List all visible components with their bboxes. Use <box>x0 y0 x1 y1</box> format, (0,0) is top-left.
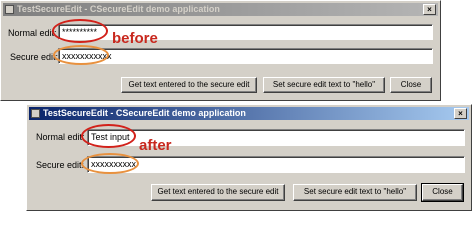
close-icon[interactable]: × <box>454 108 467 119</box>
after-normal-edit-highlight <box>81 124 136 148</box>
set-secure-text-button[interactable]: Set secure edit text to "hello" <box>263 77 385 93</box>
before-secure-edit-highlight <box>53 45 109 65</box>
before-secure-edit-label: Secure edit: <box>10 52 59 62</box>
after-secure-edit-highlight <box>81 153 139 174</box>
after-secure-edit-label: Secure edit: <box>36 160 85 170</box>
before-callout: before <box>112 30 158 47</box>
after-window-title: TestSecureEdit - CSecureEdit demo applic… <box>43 108 246 118</box>
get-secure-text-button[interactable]: Get text entered to the secure edit <box>121 77 257 93</box>
after-normal-edit-label: Normal edit: <box>36 132 85 142</box>
before-window-title: TestSecureEdit - CSecureEdit demo applic… <box>17 4 220 14</box>
before-title-bar: TestSecureEdit - CSecureEdit demo applic… <box>3 3 438 16</box>
after-title-bar: TestSecureEdit - CSecureEdit demo applic… <box>29 107 469 120</box>
close-icon[interactable]: × <box>423 4 436 15</box>
close-button[interactable]: Close <box>421 183 464 202</box>
before-normal-edit-label: Normal edit: <box>8 28 57 38</box>
after-callout: after <box>139 137 172 154</box>
app-icon <box>31 109 40 118</box>
before-secure-edit-field[interactable]: xxxxxxxxxxx <box>58 48 433 64</box>
set-secure-text-button[interactable]: Set secure edit text to "hello" <box>293 184 417 201</box>
close-button[interactable]: Close <box>390 77 432 93</box>
before-normal-edit-highlight <box>52 19 108 43</box>
after-secure-edit-field[interactable]: xxxxxxxxxx <box>87 156 465 173</box>
get-secure-text-button[interactable]: Get text entered to the secure edit <box>151 184 285 201</box>
app-icon <box>5 5 14 14</box>
